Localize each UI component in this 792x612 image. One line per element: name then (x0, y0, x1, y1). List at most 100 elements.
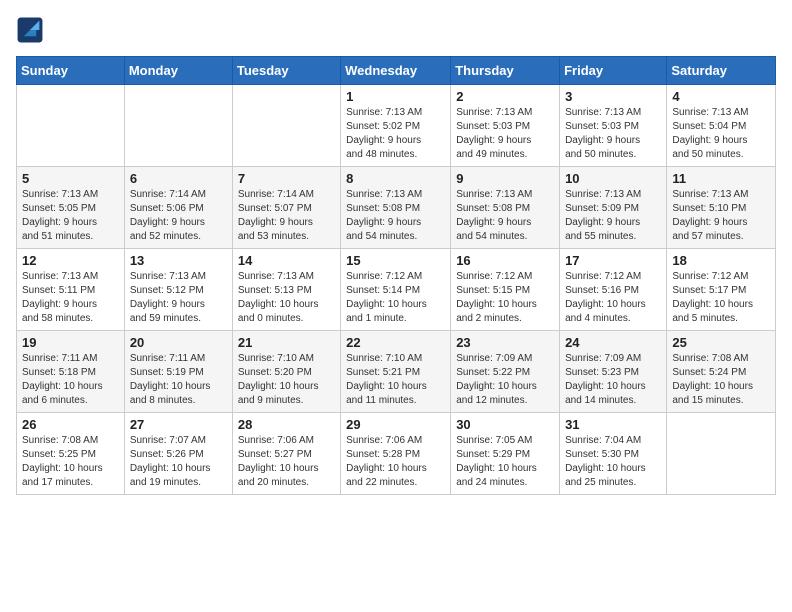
day-number: 25 (672, 335, 770, 350)
day-info: Sunrise: 7:13 AM Sunset: 5:12 PM Dayligh… (130, 270, 227, 326)
calendar-cell: 19 Sunrise: 7:11 AM Sunset: 5:18 PM Dayli… (17, 331, 125, 413)
day-info: Sunrise: 7:12 AM Sunset: 5:15 PM Dayligh… (456, 270, 554, 326)
day-number: 31 (565, 417, 661, 432)
day-info: Sunrise: 7:08 AM Sunset: 5:25 PM Dayligh… (22, 434, 119, 490)
day-number: 1 (346, 89, 445, 104)
calendar-cell: 18 Sunrise: 7:12 AM Sunset: 5:17 PM Dayli… (667, 249, 776, 331)
day-info: Sunrise: 7:13 AM Sunset: 5:03 PM Dayligh… (565, 106, 661, 162)
calendar-cell: 4 Sunrise: 7:13 AM Sunset: 5:04 PM Daylig… (667, 85, 776, 167)
page-header (16, 16, 776, 44)
day-info: Sunrise: 7:09 AM Sunset: 5:22 PM Dayligh… (456, 352, 554, 408)
day-number: 12 (22, 253, 119, 268)
calendar-cell: 23 Sunrise: 7:09 AM Sunset: 5:22 PM Dayli… (451, 331, 560, 413)
header-saturday: Saturday (667, 57, 776, 85)
day-info: Sunrise: 7:05 AM Sunset: 5:29 PM Dayligh… (456, 434, 554, 490)
calendar-cell: 31 Sunrise: 7:04 AM Sunset: 5:30 PM Dayli… (560, 413, 667, 495)
calendar-cell: 25 Sunrise: 7:08 AM Sunset: 5:24 PM Dayli… (667, 331, 776, 413)
day-info: Sunrise: 7:13 AM Sunset: 5:04 PM Dayligh… (672, 106, 770, 162)
day-info: Sunrise: 7:10 AM Sunset: 5:21 PM Dayligh… (346, 352, 445, 408)
day-number: 14 (238, 253, 335, 268)
calendar-cell (17, 85, 125, 167)
day-info: Sunrise: 7:12 AM Sunset: 5:16 PM Dayligh… (565, 270, 661, 326)
day-info: Sunrise: 7:13 AM Sunset: 5:08 PM Dayligh… (456, 188, 554, 244)
day-number: 2 (456, 89, 554, 104)
day-number: 24 (565, 335, 661, 350)
day-number: 10 (565, 171, 661, 186)
day-info: Sunrise: 7:13 AM Sunset: 5:02 PM Dayligh… (346, 106, 445, 162)
calendar-cell: 20Sunrise: 7:11 AM Sunset: 5:19 PM Dayli… (124, 331, 232, 413)
day-number: 5 (22, 171, 119, 186)
calendar-cell: 3 Sunrise: 7:13 AM Sunset: 5:03 PM Daylig… (560, 85, 667, 167)
day-number: 7 (238, 171, 335, 186)
calendar-cell: 26 Sunrise: 7:08 AM Sunset: 5:25 PM Dayli… (17, 413, 125, 495)
day-number: 18 (672, 253, 770, 268)
calendar-cell (667, 413, 776, 495)
day-number: 11 (672, 171, 770, 186)
calendar-cell: 16 Sunrise: 7:12 AM Sunset: 5:15 PM Dayli… (451, 249, 560, 331)
day-number: 16 (456, 253, 554, 268)
calendar-week-2: 5 Sunrise: 7:13 AM Sunset: 5:05 PM Daylig… (17, 167, 776, 249)
day-number: 17 (565, 253, 661, 268)
day-info: Sunrise: 7:13 AM Sunset: 5:13 PM Dayligh… (238, 270, 335, 326)
calendar-cell: 8 Sunrise: 7:13 AM Sunset: 5:08 PM Daylig… (341, 167, 451, 249)
calendar-cell: 10 Sunrise: 7:13 AM Sunset: 5:09 PM Dayli… (560, 167, 667, 249)
day-info: Sunrise: 7:08 AM Sunset: 5:24 PM Dayligh… (672, 352, 770, 408)
logo (16, 16, 48, 44)
day-number: 30 (456, 417, 554, 432)
calendar-cell: 22Sunrise: 7:10 AM Sunset: 5:21 PM Dayli… (341, 331, 451, 413)
header-thursday: Thursday (451, 57, 560, 85)
calendar-cell: 17 Sunrise: 7:12 AM Sunset: 5:16 PM Dayli… (560, 249, 667, 331)
day-info: Sunrise: 7:12 AM Sunset: 5:17 PM Dayligh… (672, 270, 770, 326)
calendar-cell: 21 Sunrise: 7:10 AM Sunset: 5:20 PM Dayli… (232, 331, 340, 413)
day-number: 9 (456, 171, 554, 186)
calendar-table: SundayMondayTuesdayWednesdayThursdayFrid… (16, 56, 776, 495)
calendar-cell: 7 Sunrise: 7:14 AM Sunset: 5:07 PM Daylig… (232, 167, 340, 249)
day-number: 19 (22, 335, 119, 350)
calendar-cell: 28 Sunrise: 7:06 AM Sunset: 5:27 PM Dayli… (232, 413, 340, 495)
day-number: 29 (346, 417, 445, 432)
calendar-header-row: SundayMondayTuesdayWednesdayThursdayFrid… (17, 57, 776, 85)
header-monday: Monday (124, 57, 232, 85)
day-info: Sunrise: 7:13 AM Sunset: 5:10 PM Dayligh… (672, 188, 770, 244)
calendar-week-3: 12Sunrise: 7:13 AM Sunset: 5:11 PM Dayli… (17, 249, 776, 331)
calendar-cell: 1 Sunrise: 7:13 AM Sunset: 5:02 PM Daylig… (341, 85, 451, 167)
calendar-cell: 14 Sunrise: 7:13 AM Sunset: 5:13 PM Dayli… (232, 249, 340, 331)
day-number: 4 (672, 89, 770, 104)
day-number: 21 (238, 335, 335, 350)
calendar-cell: 15 Sunrise: 7:12 AM Sunset: 5:14 PM Dayli… (341, 249, 451, 331)
calendar-cell (232, 85, 340, 167)
day-number: 26 (22, 417, 119, 432)
calendar-cell: 5 Sunrise: 7:13 AM Sunset: 5:05 PM Daylig… (17, 167, 125, 249)
day-info: Sunrise: 7:11 AM Sunset: 5:19 PM Dayligh… (130, 352, 227, 408)
day-number: 23 (456, 335, 554, 350)
header-wednesday: Wednesday (341, 57, 451, 85)
day-info: Sunrise: 7:14 AM Sunset: 5:07 PM Dayligh… (238, 188, 335, 244)
day-info: Sunrise: 7:04 AM Sunset: 5:30 PM Dayligh… (565, 434, 661, 490)
calendar-week-5: 26 Sunrise: 7:08 AM Sunset: 5:25 PM Dayli… (17, 413, 776, 495)
day-number: 15 (346, 253, 445, 268)
day-info: Sunrise: 7:12 AM Sunset: 5:14 PM Dayligh… (346, 270, 445, 326)
calendar-cell (124, 85, 232, 167)
day-info: Sunrise: 7:09 AM Sunset: 5:23 PM Dayligh… (565, 352, 661, 408)
day-info: Sunrise: 7:13 AM Sunset: 5:05 PM Dayligh… (22, 188, 119, 244)
day-info: Sunrise: 7:06 AM Sunset: 5:28 PM Dayligh… (346, 434, 445, 490)
day-info: Sunrise: 7:13 AM Sunset: 5:09 PM Dayligh… (565, 188, 661, 244)
day-info: Sunrise: 7:11 AM Sunset: 5:18 PM Dayligh… (22, 352, 119, 408)
calendar-week-4: 19 Sunrise: 7:11 AM Sunset: 5:18 PM Dayli… (17, 331, 776, 413)
calendar-cell: 9 Sunrise: 7:13 AM Sunset: 5:08 PM Daylig… (451, 167, 560, 249)
calendar-body: 1 Sunrise: 7:13 AM Sunset: 5:02 PM Daylig… (17, 85, 776, 495)
calendar-cell: 24 Sunrise: 7:09 AM Sunset: 5:23 PM Dayli… (560, 331, 667, 413)
day-info: Sunrise: 7:10 AM Sunset: 5:20 PM Dayligh… (238, 352, 335, 408)
header-sunday: Sunday (17, 57, 125, 85)
day-info: Sunrise: 7:13 AM Sunset: 5:08 PM Dayligh… (346, 188, 445, 244)
day-number: 6 (130, 171, 227, 186)
calendar-cell: 6Sunrise: 7:14 AM Sunset: 5:06 PM Daylig… (124, 167, 232, 249)
calendar-cell: 30 Sunrise: 7:05 AM Sunset: 5:29 PM Dayli… (451, 413, 560, 495)
day-number: 3 (565, 89, 661, 104)
calendar-week-1: 1 Sunrise: 7:13 AM Sunset: 5:02 PM Daylig… (17, 85, 776, 167)
calendar-cell: 27Sunrise: 7:07 AM Sunset: 5:26 PM Dayli… (124, 413, 232, 495)
day-number: 8 (346, 171, 445, 186)
logo-icon (16, 16, 44, 44)
day-info: Sunrise: 7:06 AM Sunset: 5:27 PM Dayligh… (238, 434, 335, 490)
day-number: 28 (238, 417, 335, 432)
